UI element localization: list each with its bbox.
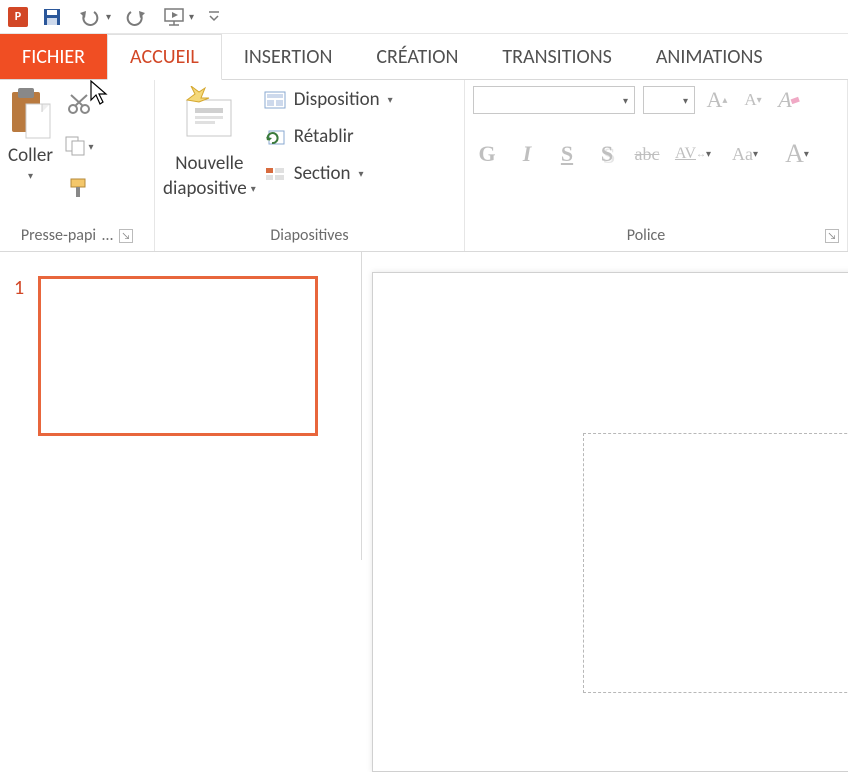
- paste-button[interactable]: Coller ▾: [8, 86, 53, 182]
- ribbon-tabs: FICHIER ACCUEIL INSERTION CRÉATION TRANS…: [0, 34, 848, 80]
- format-painter-button[interactable]: [61, 174, 97, 202]
- format-painter-icon: [67, 177, 91, 199]
- ribbon-body: Coller ▾ ▾ Presse-papi… ↘ Nouvelle diapo: [0, 80, 848, 252]
- font-size-combo[interactable]: ▾: [643, 86, 695, 114]
- tab-design[interactable]: CRÉATION: [354, 34, 480, 79]
- increase-font-button[interactable]: A▴: [703, 86, 731, 114]
- edit-area: 1: [0, 252, 848, 560]
- underline-button[interactable]: S: [553, 140, 581, 168]
- redo-icon[interactable]: [125, 7, 149, 27]
- new-slide-label-1: Nouvelle: [175, 152, 243, 175]
- slide-thumbnail-panel[interactable]: 1: [0, 252, 362, 560]
- save-icon[interactable]: [42, 7, 62, 27]
- clipboard-dialog-launcher[interactable]: ↘: [119, 229, 133, 243]
- new-slide-icon: [177, 86, 241, 150]
- eraser-icon: [790, 93, 800, 107]
- paste-dropdown-icon[interactable]: ▾: [28, 169, 33, 182]
- section-button[interactable]: Section ▾: [264, 162, 393, 185]
- char-spacing-button[interactable]: AV↔▾: [673, 140, 713, 168]
- group-slides: Nouvelle diapositive ▾ Disposition ▾ Rét…: [155, 80, 465, 251]
- change-case-button[interactable]: Aa▾: [725, 140, 765, 168]
- group-font: ▾ ▾ A▴ A▾ A G I S S abc AV↔▾ Aa▾ A▾ Poli…: [465, 80, 848, 251]
- thumbnail-index: 1: [14, 276, 24, 300]
- tab-home[interactable]: ACCUEIL: [107, 34, 222, 80]
- slide-canvas-area: [362, 252, 848, 560]
- group-clipboard: Coller ▾ ▾ Presse-papi… ↘: [0, 80, 155, 251]
- layout-label: Disposition: [294, 88, 380, 111]
- font-dialog-launcher[interactable]: ↘: [825, 229, 839, 243]
- slide-canvas[interactable]: [372, 272, 848, 772]
- app-icon[interactable]: P: [8, 7, 28, 27]
- strikethrough-button[interactable]: abc: [633, 140, 661, 168]
- tab-file[interactable]: FICHIER: [0, 34, 107, 79]
- clipboard-icon: [8, 86, 52, 142]
- new-slide-label-2: diapositive: [163, 177, 247, 200]
- clear-format-button[interactable]: A: [775, 86, 803, 114]
- tab-animations[interactable]: ANIMATIONS: [634, 34, 785, 79]
- layout-button[interactable]: Disposition ▾: [264, 88, 393, 111]
- group-clipboard-label: Presse-papi: [21, 226, 96, 245]
- font-name-combo[interactable]: ▾: [473, 86, 635, 114]
- section-label: Section: [294, 162, 351, 185]
- shadow-button[interactable]: S: [593, 140, 621, 168]
- reset-icon: [264, 126, 286, 148]
- slide-thumbnail[interactable]: [38, 276, 318, 436]
- paste-label: Coller: [8, 144, 53, 167]
- group-slides-label: Diapositives: [270, 226, 348, 245]
- decrease-font-button[interactable]: A▾: [739, 86, 767, 114]
- undo-icon[interactable]: ▾: [76, 7, 111, 27]
- reset-label: Rétablir: [294, 125, 354, 148]
- font-color-button[interactable]: A▾: [777, 140, 817, 168]
- group-font-label: Police: [473, 226, 819, 245]
- tab-transitions[interactable]: TRANSITIONS: [480, 34, 633, 79]
- reset-button[interactable]: Rétablir: [264, 125, 393, 148]
- layout-icon: [264, 89, 286, 111]
- customize-qat-icon[interactable]: [208, 10, 220, 24]
- copy-button[interactable]: ▾: [61, 132, 97, 160]
- section-icon: [264, 163, 286, 185]
- italic-button[interactable]: I: [513, 140, 541, 168]
- start-presentation-icon[interactable]: ▾: [163, 6, 194, 28]
- undo-dropdown-icon[interactable]: ▾: [106, 10, 111, 23]
- present-dropdown-icon[interactable]: ▾: [189, 10, 194, 23]
- copy-icon: [64, 135, 88, 157]
- new-slide-button[interactable]: Nouvelle diapositive ▾: [163, 86, 256, 200]
- bold-button[interactable]: G: [473, 140, 501, 168]
- cut-button[interactable]: [61, 90, 97, 118]
- text-placeholder[interactable]: [583, 433, 848, 693]
- new-slide-dropdown-icon[interactable]: ▾: [251, 182, 256, 195]
- tab-insert[interactable]: INSERTION: [222, 34, 355, 79]
- quick-access-toolbar: P ▾ ▾: [0, 0, 848, 34]
- scissors-icon: [67, 93, 91, 115]
- thumbnail-row[interactable]: 1: [14, 276, 347, 436]
